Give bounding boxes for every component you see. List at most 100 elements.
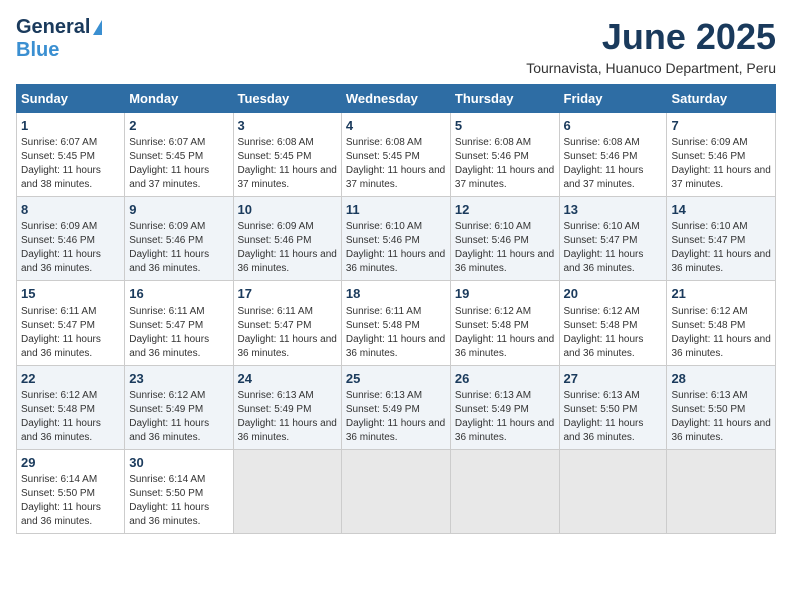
day-info: Sunrise: 6:11 AMSunset: 5:47 PMDaylight:… <box>129 305 228 361</box>
day-info: Sunrise: 6:12 AMSunset: 5:48 PMDaylight:… <box>455 305 555 361</box>
day-info: Sunrise: 6:11 AMSunset: 5:47 PMDaylight:… <box>21 305 120 361</box>
title-block: June 2025 Tournavista, Huanuco Departmen… <box>526 16 776 76</box>
calendar-cell: 23Sunrise: 6:12 AMSunset: 5:49 PMDayligh… <box>125 365 233 449</box>
calendar-cell <box>667 449 776 533</box>
calendar-cell: 25Sunrise: 6:13 AMSunset: 5:49 PMDayligh… <box>341 365 450 449</box>
day-info: Sunrise: 6:08 AMSunset: 5:45 PMDaylight:… <box>238 136 337 192</box>
day-info: Sunrise: 6:08 AMSunset: 5:46 PMDaylight:… <box>564 136 663 192</box>
day-number: 3 <box>238 117 337 135</box>
day-number: 16 <box>129 285 228 303</box>
day-info: Sunrise: 6:09 AMSunset: 5:46 PMDaylight:… <box>21 220 120 276</box>
location-title: Tournavista, Huanuco Department, Peru <box>526 60 776 76</box>
day-number: 21 <box>671 285 771 303</box>
calendar-cell: 1Sunrise: 6:07 AMSunset: 5:45 PMDaylight… <box>17 113 125 197</box>
calendar-cell: 12Sunrise: 6:10 AMSunset: 5:46 PMDayligh… <box>450 197 559 281</box>
calendar-cell: 5Sunrise: 6:08 AMSunset: 5:46 PMDaylight… <box>450 113 559 197</box>
calendar-cell: 8Sunrise: 6:09 AMSunset: 5:46 PMDaylight… <box>17 197 125 281</box>
day-info: Sunrise: 6:09 AMSunset: 5:46 PMDaylight:… <box>238 220 337 276</box>
day-number: 20 <box>564 285 663 303</box>
day-info: Sunrise: 6:07 AMSunset: 5:45 PMDaylight:… <box>21 136 120 192</box>
calendar-cell: 9Sunrise: 6:09 AMSunset: 5:46 PMDaylight… <box>125 197 233 281</box>
page-header: General Blue June 2025 Tournavista, Huan… <box>16 16 776 76</box>
day-info: Sunrise: 6:10 AMSunset: 5:47 PMDaylight:… <box>671 220 771 276</box>
column-header-tuesday: Tuesday <box>233 85 341 113</box>
day-number: 5 <box>455 117 555 135</box>
calendar-week-row: 8Sunrise: 6:09 AMSunset: 5:46 PMDaylight… <box>17 197 776 281</box>
calendar-cell <box>233 449 341 533</box>
day-number: 8 <box>21 201 120 219</box>
calendar-cell <box>450 449 559 533</box>
calendar-week-row: 1Sunrise: 6:07 AMSunset: 5:45 PMDaylight… <box>17 113 776 197</box>
month-title: June 2025 <box>526 16 776 58</box>
calendar-cell: 24Sunrise: 6:13 AMSunset: 5:49 PMDayligh… <box>233 365 341 449</box>
day-number: 10 <box>238 201 337 219</box>
day-number: 12 <box>455 201 555 219</box>
day-number: 13 <box>564 201 663 219</box>
calendar-cell: 30Sunrise: 6:14 AMSunset: 5:50 PMDayligh… <box>125 449 233 533</box>
column-header-sunday: Sunday <box>17 85 125 113</box>
calendar-cell: 20Sunrise: 6:12 AMSunset: 5:48 PMDayligh… <box>559 281 667 365</box>
day-number: 11 <box>346 201 446 219</box>
day-number: 28 <box>671 370 771 388</box>
day-number: 26 <box>455 370 555 388</box>
day-info: Sunrise: 6:09 AMSunset: 5:46 PMDaylight:… <box>671 136 771 192</box>
day-number: 9 <box>129 201 228 219</box>
calendar-header-row: SundayMondayTuesdayWednesdayThursdayFrid… <box>17 85 776 113</box>
calendar-cell: 11Sunrise: 6:10 AMSunset: 5:46 PMDayligh… <box>341 197 450 281</box>
calendar-cell: 19 Sunrise: 6:12 AMSunset: 5:48 PMDayligh… <box>450 281 559 365</box>
day-number: 19 <box>455 285 555 303</box>
calendar-cell: 6Sunrise: 6:08 AMSunset: 5:46 PMDaylight… <box>559 113 667 197</box>
calendar-cell: 22Sunrise: 6:12 AMSunset: 5:48 PMDayligh… <box>17 365 125 449</box>
calendar-cell: 15 Sunrise: 6:11 AMSunset: 5:47 PMDayligh… <box>17 281 125 365</box>
day-number: 24 <box>238 370 337 388</box>
calendar-cell: 3Sunrise: 6:08 AMSunset: 5:45 PMDaylight… <box>233 113 341 197</box>
day-number: 6 <box>564 117 663 135</box>
day-info: Sunrise: 6:10 AMSunset: 5:46 PMDaylight:… <box>346 220 446 276</box>
day-number: 2 <box>129 117 228 135</box>
calendar-cell: 7Sunrise: 6:09 AMSunset: 5:46 PMDaylight… <box>667 113 776 197</box>
day-info: Sunrise: 6:13 AMSunset: 5:49 PMDaylight:… <box>346 389 446 445</box>
day-info: Sunrise: 6:08 AMSunset: 5:45 PMDaylight:… <box>346 136 446 192</box>
day-number: 27 <box>564 370 663 388</box>
day-number: 30 <box>129 454 228 472</box>
calendar-cell: 13Sunrise: 6:10 AMSunset: 5:47 PMDayligh… <box>559 197 667 281</box>
logo-blue: Blue <box>16 39 59 61</box>
day-info: Sunrise: 6:07 AMSunset: 5:45 PMDaylight:… <box>129 136 228 192</box>
logo-general: General <box>16 16 90 39</box>
calendar-cell: 10Sunrise: 6:09 AMSunset: 5:46 PMDayligh… <box>233 197 341 281</box>
day-number: 15 <box>21 285 120 303</box>
day-number: 18 <box>346 285 446 303</box>
day-info: Sunrise: 6:12 AMSunset: 5:48 PMDaylight:… <box>21 389 120 445</box>
column-header-friday: Friday <box>559 85 667 113</box>
calendar-cell: 4Sunrise: 6:08 AMSunset: 5:45 PMDaylight… <box>341 113 450 197</box>
day-number: 25 <box>346 370 446 388</box>
day-number: 23 <box>129 370 228 388</box>
day-info: Sunrise: 6:14 AMSunset: 5:50 PMDaylight:… <box>21 473 120 529</box>
day-info: Sunrise: 6:13 AMSunset: 5:50 PMDaylight:… <box>564 389 663 445</box>
calendar-cell: 28Sunrise: 6:13 AMSunset: 5:50 PMDayligh… <box>667 365 776 449</box>
calendar-cell: 17Sunrise: 6:11 AMSunset: 5:47 PMDayligh… <box>233 281 341 365</box>
calendar-cell: 18 Sunrise: 6:11 AMSunset: 5:48 PMDayligh… <box>341 281 450 365</box>
calendar-cell: 27Sunrise: 6:13 AMSunset: 5:50 PMDayligh… <box>559 365 667 449</box>
calendar-week-row: 29Sunrise: 6:14 AMSunset: 5:50 PMDayligh… <box>17 449 776 533</box>
day-info: Sunrise: 6:14 AMSunset: 5:50 PMDaylight:… <box>129 473 228 529</box>
calendar-cell <box>341 449 450 533</box>
day-info: Sunrise: 6:13 AMSunset: 5:50 PMDaylight:… <box>671 389 771 445</box>
column-header-monday: Monday <box>125 85 233 113</box>
day-info: Sunrise: 6:12 AMSunset: 5:49 PMDaylight:… <box>129 389 228 445</box>
calendar-table: SundayMondayTuesdayWednesdayThursdayFrid… <box>16 84 776 534</box>
day-number: 1 <box>21 117 120 135</box>
calendar-cell <box>559 449 667 533</box>
calendar-cell: 21Sunrise: 6:12 AMSunset: 5:48 PMDayligh… <box>667 281 776 365</box>
column-header-wednesday: Wednesday <box>341 85 450 113</box>
day-number: 17 <box>238 285 337 303</box>
calendar-week-row: 22Sunrise: 6:12 AMSunset: 5:48 PMDayligh… <box>17 365 776 449</box>
day-info: Sunrise: 6:13 AMSunset: 5:49 PMDaylight:… <box>238 389 337 445</box>
day-number: 29 <box>21 454 120 472</box>
day-number: 14 <box>671 201 771 219</box>
day-info: Sunrise: 6:09 AMSunset: 5:46 PMDaylight:… <box>129 220 228 276</box>
calendar-week-row: 15 Sunrise: 6:11 AMSunset: 5:47 PMDayligh… <box>17 281 776 365</box>
column-header-saturday: Saturday <box>667 85 776 113</box>
day-info: Sunrise: 6:11 AMSunset: 5:48 PMDaylight:… <box>346 305 446 361</box>
column-header-thursday: Thursday <box>450 85 559 113</box>
